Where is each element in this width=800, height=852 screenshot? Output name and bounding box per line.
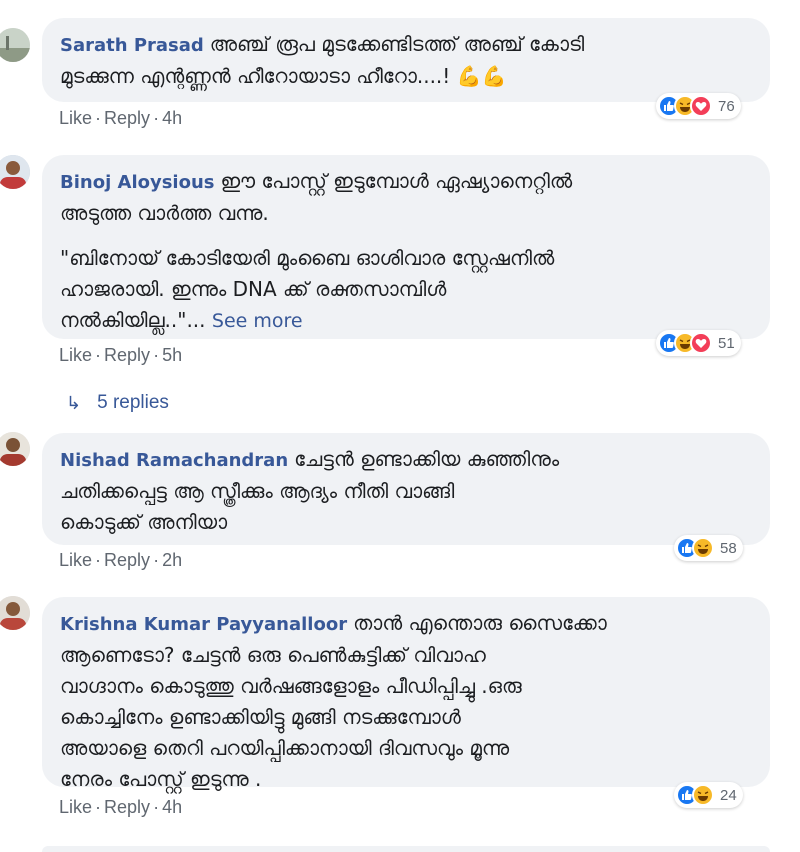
reaction-count: 24 xyxy=(720,786,737,804)
reaction-summary[interactable]: 58 xyxy=(674,535,743,561)
separator: · xyxy=(95,550,102,570)
reply-link[interactable]: Reply xyxy=(104,797,150,817)
timestamp[interactable]: 2h xyxy=(162,550,182,570)
separator: · xyxy=(95,108,102,128)
reaction-count: 76 xyxy=(718,97,735,115)
timestamp[interactable]: 4h xyxy=(162,108,182,128)
reaction-count: 58 xyxy=(720,539,737,557)
comment-bubble: Sarath Prasad അഞ്ച് രൂപ മുടക്കേണ്ടിടത്ത് … xyxy=(42,18,770,102)
like-link[interactable]: Like xyxy=(59,550,92,570)
comment-actions: Like · Reply · 4h xyxy=(59,797,182,818)
comment-actions: Like · Reply · 4h xyxy=(59,108,182,129)
haha-icon xyxy=(692,537,714,559)
reaction-summary[interactable]: 76 xyxy=(656,93,741,119)
see-more-link[interactable]: See more xyxy=(212,310,303,332)
view-replies-link[interactable]: ↳ 5 replies xyxy=(66,392,169,414)
reply-link[interactable]: Reply xyxy=(104,550,150,570)
avatar[interactable] xyxy=(0,596,30,630)
comment-actions: Like · Reply · 5h xyxy=(59,345,182,366)
timestamp[interactable]: 5h xyxy=(162,345,182,365)
reply-link[interactable]: Reply xyxy=(104,345,150,365)
replies-count: 5 replies xyxy=(97,392,169,413)
separator: · xyxy=(153,108,160,128)
comment-text: താൻ എന്തൊരു സൈക്കോ ആണെടോ? ചേട്ടൻ ഒരു പെൺ… xyxy=(60,611,607,791)
haha-icon xyxy=(692,784,714,806)
like-link[interactable]: Like xyxy=(59,797,92,817)
reaction-summary[interactable]: 24 xyxy=(674,782,743,808)
like-link[interactable]: Like xyxy=(59,108,92,128)
separator: · xyxy=(153,345,160,365)
comment-actions: Like · Reply · 2h xyxy=(59,550,182,571)
reply-link[interactable]: Reply xyxy=(104,108,150,128)
comment-bubble: Binoj Aloysious ഈ പോസ്റ്റ് ഇടുമ്പോൾ ഏഷ്യാ… xyxy=(42,155,770,339)
reaction-count: 51 xyxy=(718,334,735,352)
comment-text: "ബിനോയ് കോടിയേരി മുംബൈ ഓശിവാര സ്റ്റേഷനിൽ… xyxy=(60,246,555,332)
like-link[interactable]: Like xyxy=(59,345,92,365)
reaction-summary[interactable]: 51 xyxy=(656,330,741,356)
comment-bubble: Krishna Kumar Payyanalloor താൻ എന്തൊരു സൈ… xyxy=(42,597,770,791)
love-icon xyxy=(690,95,712,117)
comment-bubble: Nishad Ramachandran ചേട്ടൻ ഉണ്ടാക്കിയ കുഞ… xyxy=(42,433,770,545)
timestamp[interactable]: 4h xyxy=(162,797,182,817)
comment-author[interactable]: Krishna Kumar Payyanalloor xyxy=(60,614,347,635)
next-comment-bubble xyxy=(42,846,770,852)
separator: · xyxy=(153,550,160,570)
avatar[interactable] xyxy=(0,155,30,189)
comment-author[interactable]: Sarath Prasad xyxy=(60,35,204,56)
avatar[interactable] xyxy=(0,28,30,62)
reply-arrow-icon: ↳ xyxy=(66,392,82,413)
comment-author[interactable]: Nishad Ramachandran xyxy=(60,450,288,471)
love-icon xyxy=(690,332,712,354)
separator: · xyxy=(95,345,102,365)
comment-author[interactable]: Binoj Aloysious xyxy=(60,172,215,193)
avatar[interactable] xyxy=(0,432,30,466)
separator: · xyxy=(95,797,102,817)
separator: · xyxy=(153,797,160,817)
